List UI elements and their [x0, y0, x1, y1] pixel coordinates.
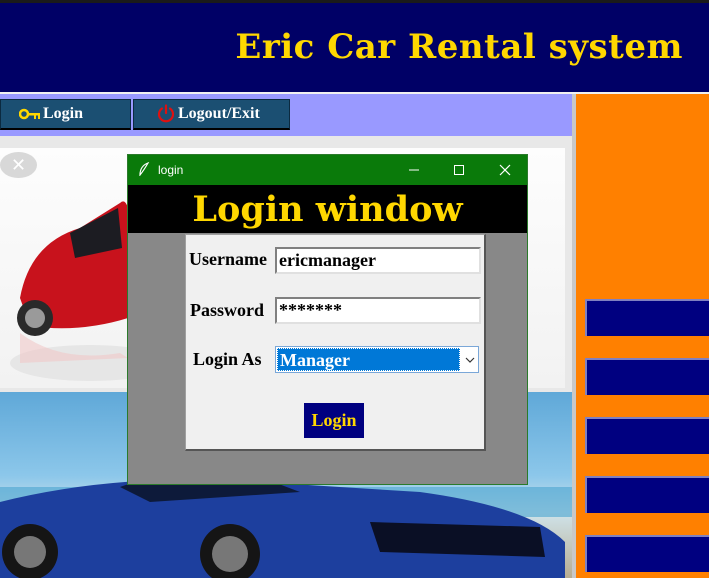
nav-logout-button[interactable]: Logout/Exit — [133, 99, 290, 130]
side-button-3[interactable] — [585, 417, 709, 454]
login-as-selected-value: Manager — [277, 348, 460, 371]
password-label: Password — [190, 300, 265, 320]
side-button-5[interactable] — [585, 535, 709, 572]
close-icon[interactable] — [494, 159, 516, 181]
feather-icon — [138, 161, 150, 179]
side-panel — [576, 94, 709, 578]
photo-close-icon[interactable]: ✕ — [0, 152, 37, 178]
login-as-label: Login As — [193, 349, 262, 369]
key-icon — [19, 108, 40, 120]
side-button-4[interactable] — [585, 476, 709, 513]
nav-login-label: Login — [43, 105, 84, 122]
power-icon — [157, 104, 175, 123]
app-header: Eric Car Rental system — [0, 0, 709, 92]
nav-logout-label: Logout/Exit — [178, 105, 260, 122]
side-button-2[interactable] — [585, 358, 709, 395]
username-label: Username — [189, 249, 267, 269]
dialog-window-title: login — [158, 163, 184, 177]
dialog-banner: Login window — [128, 185, 527, 233]
login-form: Username ericmanager Password ******* Lo… — [185, 234, 486, 451]
login-dialog: login Login window Username ericmanager … — [127, 154, 528, 485]
dialog-titlebar[interactable]: login — [128, 155, 527, 185]
login-submit-button[interactable]: Login — [304, 403, 364, 438]
nav-login-button[interactable]: Login — [0, 99, 131, 130]
side-button-1[interactable] — [585, 299, 709, 336]
minimize-icon[interactable] — [403, 159, 425, 181]
username-field[interactable]: ericmanager — [275, 247, 481, 274]
chevron-down-icon — [465, 353, 475, 371]
password-field[interactable]: ******* — [275, 297, 481, 324]
login-as-select[interactable]: Manager — [275, 346, 479, 373]
dialog-heading: Login window — [192, 189, 463, 230]
nav-bar: Login Logout/Exit — [0, 94, 572, 136]
maximize-icon[interactable] — [448, 159, 470, 181]
app-title: Eric Car Rental system — [235, 27, 683, 67]
